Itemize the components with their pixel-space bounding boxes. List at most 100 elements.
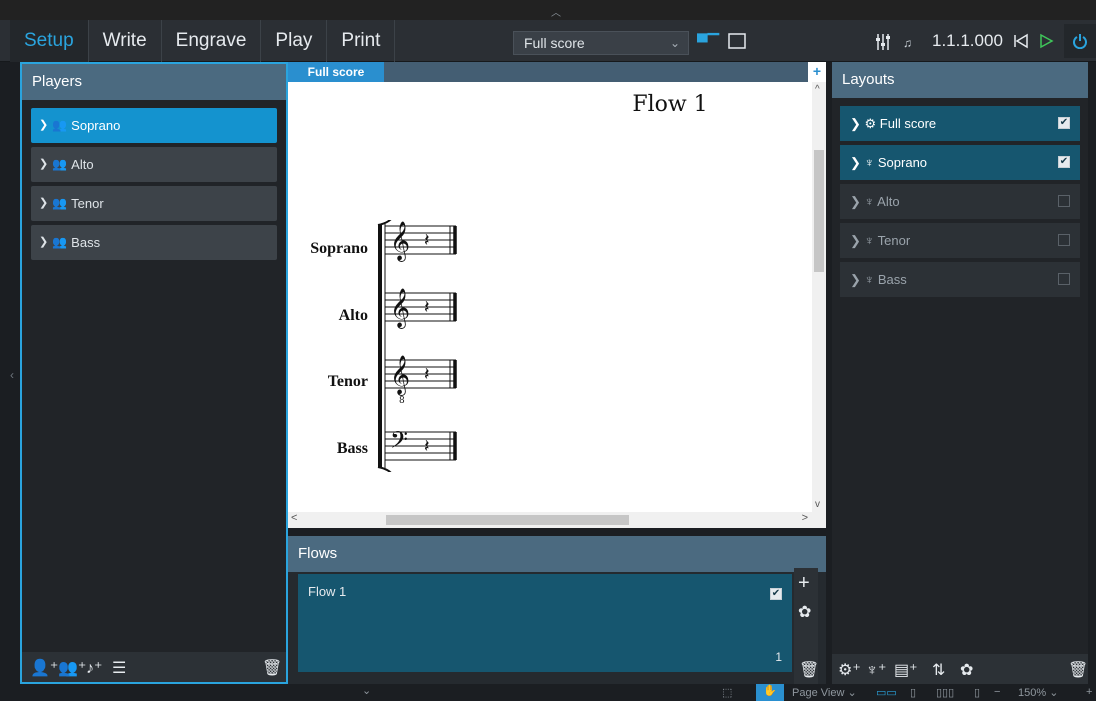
trash-icon[interactable]: 🗑 bbox=[799, 660, 819, 680]
mode-write[interactable]: Write bbox=[89, 20, 162, 62]
vertical-pages-icon[interactable]: ▯ bbox=[974, 686, 980, 699]
layout-checkbox[interactable] bbox=[1058, 195, 1070, 207]
trash-icon[interactable]: 🗑 bbox=[262, 658, 282, 678]
chevron-left-icon[interactable]: < bbox=[291, 512, 297, 524]
zoom-out-icon[interactable]: − bbox=[994, 686, 1000, 698]
zoom-value: 150% bbox=[1018, 687, 1047, 699]
chevron-right-icon[interactable]: ❯ bbox=[850, 155, 865, 170]
layout-item-alto[interactable]: ❯ ♆ Alto bbox=[840, 184, 1080, 219]
layout-checkbox[interactable]: ✔ bbox=[1058, 117, 1070, 129]
sort-icon[interactable]: ⇅ bbox=[932, 660, 945, 680]
player-label: Bass bbox=[71, 235, 101, 250]
zoom-select[interactable]: 150% ⌄ bbox=[1018, 686, 1058, 699]
flow-checkbox[interactable]: ✔ bbox=[770, 588, 782, 600]
score-horizontal-scrollbar[interactable]: < > bbox=[288, 512, 826, 528]
treble-clef-icon: 𝄞 bbox=[390, 221, 410, 262]
chevron-right-icon[interactable]: ❯ bbox=[850, 233, 865, 248]
multi-page-icon[interactable]: ▯▯▯ bbox=[936, 686, 954, 699]
layout-item-bass[interactable]: ❯ ♆ Bass bbox=[840, 262, 1080, 297]
chevron-right-icon[interactable]: > bbox=[802, 512, 808, 524]
players-panel-footer: 👤⁺ 👥⁺ ♪⁺ ☰ 🗑 bbox=[22, 652, 286, 682]
chevron-right-icon[interactable]: ❯ bbox=[850, 272, 865, 287]
add-section-player-icon[interactable]: 👥⁺ bbox=[58, 658, 86, 678]
rewind-icon[interactable] bbox=[1013, 33, 1029, 53]
layout-label: Bass bbox=[877, 272, 907, 287]
status-bar: ⌄ ⬚ ✋ Page View ⌄ ▭▭ ▯ ▯▯▯ ▯ − 150% ⌄ + bbox=[0, 684, 1096, 701]
mode-print[interactable]: Print bbox=[327, 20, 396, 62]
player-item-alto[interactable]: ❯ 👥 Alto bbox=[31, 147, 277, 182]
add-custom-layout-icon[interactable]: ▤⁺ bbox=[894, 660, 918, 680]
layout-selector[interactable]: Full score ⌄ bbox=[513, 31, 689, 55]
add-solo-player-icon[interactable]: 👤⁺ bbox=[30, 658, 58, 678]
layout-list: ❯ ⚙ Full score ✔ ❯ ♆ Soprano ✔ ❯ ♆ Alto … bbox=[832, 98, 1088, 309]
quarter-rest-icon: 𝄽 bbox=[424, 297, 430, 318]
add-ensemble-icon[interactable]: ♪⁺ bbox=[86, 658, 102, 678]
trash-icon[interactable]: 🗑 bbox=[1068, 660, 1088, 680]
layout-label: Alto bbox=[877, 194, 900, 209]
player-label: Alto bbox=[71, 157, 94, 172]
layouts-panel-title: Layouts bbox=[832, 62, 1088, 98]
flows-side-toolbar: + ✿ 🗑 bbox=[794, 568, 819, 684]
final-barline bbox=[449, 226, 457, 460]
players-panel-title: Players bbox=[22, 64, 286, 100]
layout-item-tenor[interactable]: ❯ ♆ Tenor bbox=[840, 223, 1080, 258]
spreads-icon[interactable]: ▭▭ bbox=[876, 686, 897, 699]
score-vertical-scrollbar[interactable]: ^ v bbox=[812, 82, 826, 512]
quarter-rest-icon: 𝄽 bbox=[424, 364, 430, 385]
view-mode-value: Page View bbox=[792, 687, 845, 699]
player-item-bass[interactable]: ❯ 👥 Bass bbox=[31, 225, 277, 260]
page-view-icon[interactable] bbox=[728, 33, 746, 53]
flow-number: 1 bbox=[775, 650, 782, 664]
ensemble-icon: 👥 bbox=[52, 157, 68, 171]
note-input-icon[interactable]: ♫ bbox=[903, 36, 912, 56]
chevron-right-icon[interactable]: ❯ bbox=[850, 194, 865, 209]
scrollbar-thumb[interactable] bbox=[814, 150, 824, 272]
layout-checkbox[interactable] bbox=[1058, 273, 1070, 285]
mixer-icon[interactable] bbox=[876, 33, 890, 53]
layout-item-full-score[interactable]: ❯ ⚙ Full score ✔ bbox=[840, 106, 1080, 141]
chevron-right-icon[interactable]: ❯ bbox=[39, 225, 48, 260]
layout-checkbox[interactable]: ✔ bbox=[1058, 156, 1070, 168]
player-item-soprano[interactable]: ❯ 👥 Soprano bbox=[31, 108, 277, 143]
single-page-icon[interactable]: ▯ bbox=[910, 686, 916, 699]
view-mode-select[interactable]: Page View ⌄ bbox=[792, 686, 857, 699]
full-score-icon: ⚙ bbox=[864, 116, 880, 131]
player-groups-icon[interactable]: ☰ bbox=[112, 658, 126, 678]
power-icon[interactable] bbox=[1064, 24, 1096, 58]
zoom-in-icon[interactable]: + bbox=[1086, 686, 1092, 698]
mode-setup[interactable]: Setup bbox=[10, 20, 89, 62]
gear-icon[interactable]: ✿ bbox=[960, 660, 973, 680]
score-view[interactable]: Flow 1 Soprano Alto Tenor Bass 𝄞 𝄞 𝄞 8 𝄢… bbox=[288, 82, 826, 528]
ensemble-icon: 👥 bbox=[52, 235, 68, 249]
chevron-right-icon[interactable]: ❯ bbox=[39, 186, 48, 221]
flow-name: Flow 1 bbox=[308, 584, 347, 599]
gear-icon[interactable]: ✿ bbox=[798, 602, 811, 622]
tab-full-score[interactable]: Full score bbox=[288, 62, 384, 82]
layout-checkbox[interactable] bbox=[1058, 234, 1070, 246]
chevron-right-icon[interactable]: ❯ bbox=[39, 108, 48, 143]
add-part-layout-icon[interactable]: ♆⁺ bbox=[866, 660, 886, 680]
player-item-tenor[interactable]: ❯ 👥 Tenor bbox=[31, 186, 277, 221]
hand-tool-icon[interactable]: ✋ bbox=[756, 684, 784, 701]
collapse-left-panel-icon[interactable]: ‹ bbox=[10, 368, 14, 382]
bass-clef-icon: 𝄢 bbox=[390, 426, 408, 459]
galley-view-icon[interactable]: ▀▔ bbox=[697, 33, 719, 53]
collapse-top-icon[interactable]: ︿ bbox=[551, 4, 561, 19]
chevron-right-icon[interactable]: ❯ bbox=[39, 147, 48, 182]
mode-engrave[interactable]: Engrave bbox=[162, 20, 262, 62]
add-flow-icon[interactable]: + bbox=[798, 572, 810, 595]
flow-card[interactable]: Flow 1 ✔ 1 bbox=[298, 574, 792, 672]
add-tab-icon[interactable]: + bbox=[808, 62, 826, 82]
selection-tool-icon[interactable]: ⬚ bbox=[722, 686, 732, 699]
layout-item-soprano[interactable]: ❯ ♆ Soprano ✔ bbox=[840, 145, 1080, 180]
chevron-up-icon[interactable]: ^ bbox=[815, 84, 820, 95]
layouts-panel-footer: ⚙⁺ ♆⁺ ▤⁺ ⇅ ✿ 🗑 bbox=[832, 654, 1088, 684]
scrollbar-thumb[interactable] bbox=[386, 515, 629, 525]
chevron-right-icon[interactable]: ❯ bbox=[850, 116, 865, 131]
collapse-bottom-icon[interactable]: ⌄ bbox=[362, 684, 371, 697]
play-icon[interactable] bbox=[1038, 33, 1054, 53]
add-full-score-layout-icon[interactable]: ⚙⁺ bbox=[838, 660, 861, 680]
mode-play[interactable]: Play bbox=[261, 20, 328, 62]
chevron-down-icon[interactable]: v bbox=[815, 499, 820, 510]
staff-label-soprano: Soprano bbox=[310, 240, 368, 257]
